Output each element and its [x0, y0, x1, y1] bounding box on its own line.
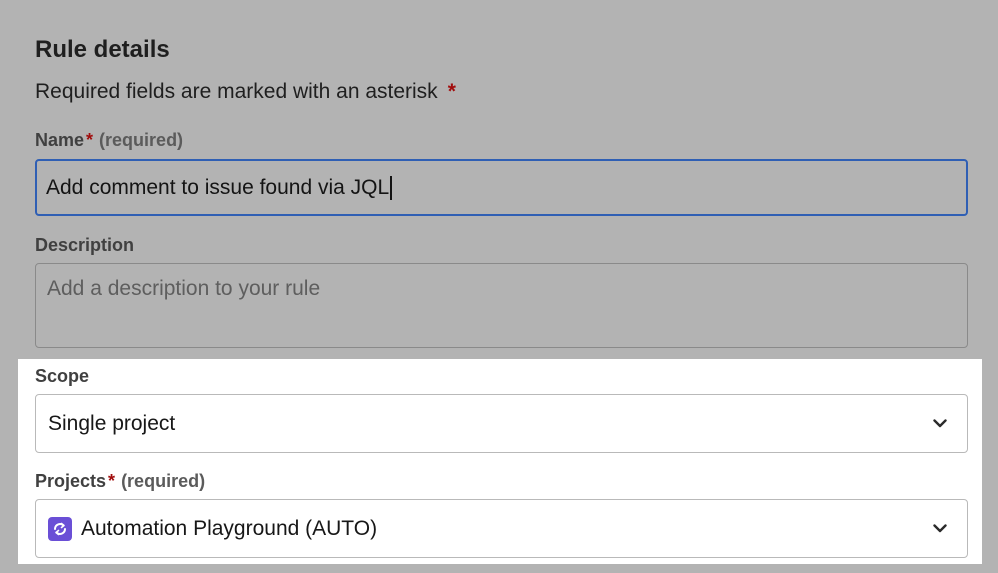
description-placeholder: Add a description to your rule [47, 277, 321, 300]
projects-selected-value: Automation Playground (AUTO) [81, 516, 378, 540]
scope-select[interactable]: Single project [35, 394, 968, 453]
name-label-text: Name [35, 130, 85, 150]
rule-name-value: Add comment to issue found via JQL [46, 175, 390, 199]
rule-name-input[interactable]: Add comment to issue found via JQL [35, 159, 968, 216]
projects-selected: Automation Playground (AUTO) [48, 516, 378, 541]
name-required-text: (required) [99, 130, 184, 150]
scope-label: Scope [35, 366, 90, 386]
required-note: Required fields are marked with an aster… [35, 80, 456, 104]
scope-selected-value: Single project [48, 411, 176, 435]
text-caret [390, 175, 392, 200]
description-label: Description [35, 235, 135, 255]
chevron-down-icon [933, 522, 947, 536]
projects-label-text: Projects [35, 471, 107, 491]
name-label: Name * (required) [35, 130, 183, 151]
rule-description-input[interactable]: Add a description to your rule [35, 263, 968, 348]
required-note-text: Required fields are marked with an aster… [35, 80, 438, 103]
project-avatar-icon [48, 516, 72, 541]
projects-select[interactable]: Automation Playground (AUTO) [35, 499, 968, 558]
required-asterisk: * [447, 80, 456, 103]
chevron-down-icon [933, 417, 947, 431]
name-required-asterisk: * [86, 130, 94, 150]
projects-required-text: (required) [121, 471, 206, 491]
projects-required-asterisk: * [108, 471, 116, 491]
projects-label: Projects * (required) [35, 471, 205, 492]
section-title: Rule details [35, 36, 170, 63]
